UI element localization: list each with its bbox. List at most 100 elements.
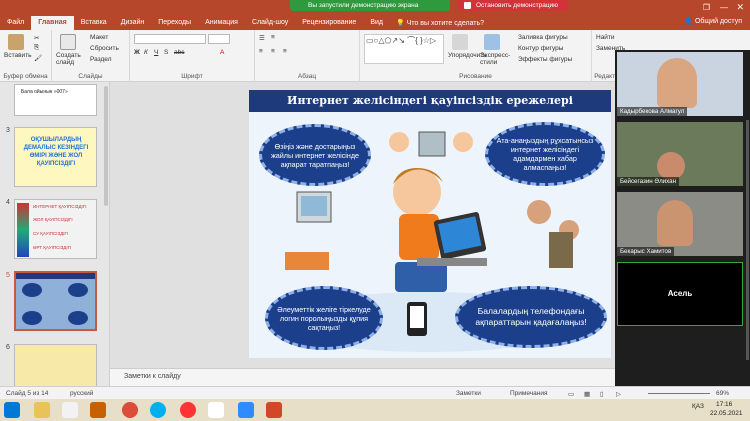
thumbnail-5-title: [16, 273, 95, 279]
font-color-icon[interactable]: A: [220, 49, 224, 56]
notes-placeholder: Заметки к слайду: [124, 373, 181, 380]
tab-view[interactable]: Вид: [363, 16, 390, 30]
share-button[interactable]: 👤 Общий доступ: [684, 17, 742, 25]
thumbnail-number-3: 3: [6, 127, 10, 134]
participant-tile[interactable]: Бейсегазин Әлихан: [617, 122, 743, 186]
comments-button[interactable]: Примечания: [510, 390, 548, 397]
powerpoint-icon[interactable]: [266, 402, 282, 418]
paragraph-label: Абзац: [297, 73, 317, 80]
font-family-select[interactable]: [134, 34, 206, 44]
new-slide-button[interactable]: Создать слайд: [56, 52, 86, 66]
shape-fill-button[interactable]: Заливка фигуры: [518, 34, 568, 41]
thumbnail-5-bubble: [68, 311, 88, 325]
participant-tile[interactable]: Кадырбекова Алмагул: [617, 52, 743, 116]
notes-button[interactable]: Заметки: [456, 390, 481, 397]
restore-icon[interactable]: ❐: [703, 3, 710, 12]
thumbnail-number-5: 5: [6, 272, 10, 279]
slide-thumbnail-3[interactable]: ОҚУШЫЛАРДЫҢ ДЕМАЛЫС КЕЗІНДЕГІ ӨМІРІ ЖӘНЕ…: [14, 127, 97, 187]
strike-icon[interactable]: abc: [174, 49, 184, 56]
bold-icon[interactable]: Ж: [134, 49, 140, 56]
thumbnail-4-item: СУ ҚАУІПСІЗДІГІ: [33, 231, 69, 236]
copy-icon[interactable]: ⎘: [34, 44, 39, 52]
reading-view-icon[interactable]: ▯: [600, 390, 604, 398]
new-slide-icon[interactable]: [60, 34, 76, 50]
zoom-slider[interactable]: [648, 393, 710, 394]
bullets-icon[interactable]: ☰: [259, 34, 265, 42]
align-center-icon[interactable]: ≡: [271, 48, 275, 55]
arrange-icon[interactable]: [452, 34, 468, 50]
language-indicator[interactable]: русский: [70, 390, 93, 397]
tab-file[interactable]: Файл: [0, 16, 31, 30]
speech-bubble-top-left: Өзіңіз және достарыңыз жайлы интернет же…: [259, 124, 371, 186]
slide-notes-pane[interactable]: Заметки к слайду: [110, 368, 615, 386]
thumbnail-number-4: 4: [6, 199, 10, 206]
shapes-gallery[interactable]: ▭○△⬠↗↘ ⌒{ }☆▷: [364, 34, 444, 64]
thumbnail-4-item: ӨРТ ҚАУІПСІЗДІГІ: [33, 245, 72, 250]
slide-thumbnail-6[interactable]: [14, 344, 97, 386]
document-icon[interactable]: [62, 402, 78, 418]
participant-tile[interactable]: Бекарыс Хамитов: [617, 192, 743, 256]
align-right-icon[interactable]: ≡: [283, 48, 287, 55]
stop-share-button[interactable]: Остановить демонстрацию: [458, 0, 568, 11]
thumbnail-5-bubble: [68, 283, 88, 297]
paste-button[interactable]: Вставить: [4, 52, 32, 59]
minimize-icon[interactable]: —: [720, 3, 728, 12]
shape-effects-button[interactable]: Эффекты фигуры: [518, 56, 572, 63]
yandex-icon[interactable]: [180, 402, 196, 418]
underline-icon[interactable]: Ч: [154, 49, 158, 56]
format-painter-icon[interactable]: 🖌: [34, 54, 42, 62]
tab-home[interactable]: Главная: [31, 16, 74, 30]
participant-video: [657, 152, 685, 180]
tab-slideshow[interactable]: Слайд-шоу: [245, 16, 295, 30]
store-icon[interactable]: [90, 402, 106, 418]
find-button[interactable]: Найти: [596, 34, 615, 41]
tab-transitions[interactable]: Переходы: [151, 16, 198, 30]
zoom-level[interactable]: 69%: [716, 390, 729, 397]
tab-design[interactable]: Дизайн: [114, 16, 152, 30]
start-icon[interactable]: [4, 402, 20, 418]
cut-icon[interactable]: ✂: [34, 34, 39, 42]
tell-me-search[interactable]: 💡 Что вы хотите сделать?: [390, 19, 484, 27]
yandex-browser-icon[interactable]: [208, 402, 224, 418]
current-slide[interactable]: Интернет желісіндегі қауіпсіздік ережеле…: [249, 90, 611, 358]
clock-date[interactable]: 22.05.2021: [710, 410, 743, 417]
close-icon[interactable]: ✕: [736, 2, 744, 13]
file-explorer-icon[interactable]: [34, 402, 50, 418]
bubble-text: Әлеуметтік желіге тіркелуде логин поролы…: [277, 304, 371, 332]
numbering-icon[interactable]: ≡: [271, 34, 275, 41]
drawing-label: Рисование: [459, 73, 492, 80]
layout-button[interactable]: Макет: [90, 34, 108, 41]
chrome-icon[interactable]: [122, 402, 138, 418]
quick-styles-button[interactable]: Экспресс-стили: [480, 52, 514, 66]
quick-styles-icon[interactable]: [484, 34, 500, 50]
slide-thumbnails-pane: Бала ойынын »007» 3 ОҚУШЫЛАРДЫҢ ДЕМАЛЫС …: [0, 82, 110, 386]
italic-icon[interactable]: К: [144, 49, 148, 56]
paste-icon[interactable]: [8, 34, 24, 50]
shape-outline-button[interactable]: Контур фигуры: [518, 45, 563, 52]
shadow-icon[interactable]: S: [164, 49, 168, 56]
zoom-icon[interactable]: [238, 402, 254, 418]
reset-button[interactable]: Сбросить: [90, 45, 119, 52]
tab-review[interactable]: Рецензирование: [295, 16, 363, 30]
slide-thumbnail-2[interactable]: Бала ойынын »007»: [14, 84, 97, 116]
thumbnail-4-arrows: [17, 203, 29, 257]
tab-animations[interactable]: Анимация: [198, 16, 245, 30]
sorter-view-icon[interactable]: ▦: [584, 390, 590, 398]
keyboard-language[interactable]: ҚАЗ: [692, 403, 704, 410]
tab-insert[interactable]: Вставка: [74, 16, 114, 30]
normal-view-icon[interactable]: ▭: [568, 390, 574, 398]
participants-scrollbar[interactable]: [746, 120, 749, 360]
section-button[interactable]: Раздел: [90, 56, 111, 63]
participant-tile[interactable]: Асель: [617, 262, 743, 326]
slide-thumbnail-4[interactable]: ИНТЕРНЕТ ҚАУІПСІЗДІГІ ЖОЛ ҚАУІПСІЗДІГІ С…: [14, 199, 97, 259]
slide-counter: Слайд 5 из 14: [6, 390, 49, 397]
skype-icon[interactable]: [150, 402, 166, 418]
clock-time[interactable]: 17:16: [716, 401, 732, 408]
slideshow-view-icon[interactable]: ▷: [616, 390, 621, 398]
font-size-select[interactable]: [208, 34, 230, 44]
slide-thumbnail-5-selected[interactable]: [14, 271, 97, 331]
align-left-icon[interactable]: ≡: [259, 48, 263, 55]
thumbnails-scrollbar[interactable]: [104, 86, 108, 206]
ribbon-tabs: Файл Главная Вставка Дизайн Переходы Ани…: [0, 16, 750, 30]
thumbnail-3-text: ОҚУШЫЛАРДЫҢ ДЕМАЛЫС КЕЗІНДЕГІ ӨМІРІ ЖӘНЕ…: [23, 137, 89, 167]
